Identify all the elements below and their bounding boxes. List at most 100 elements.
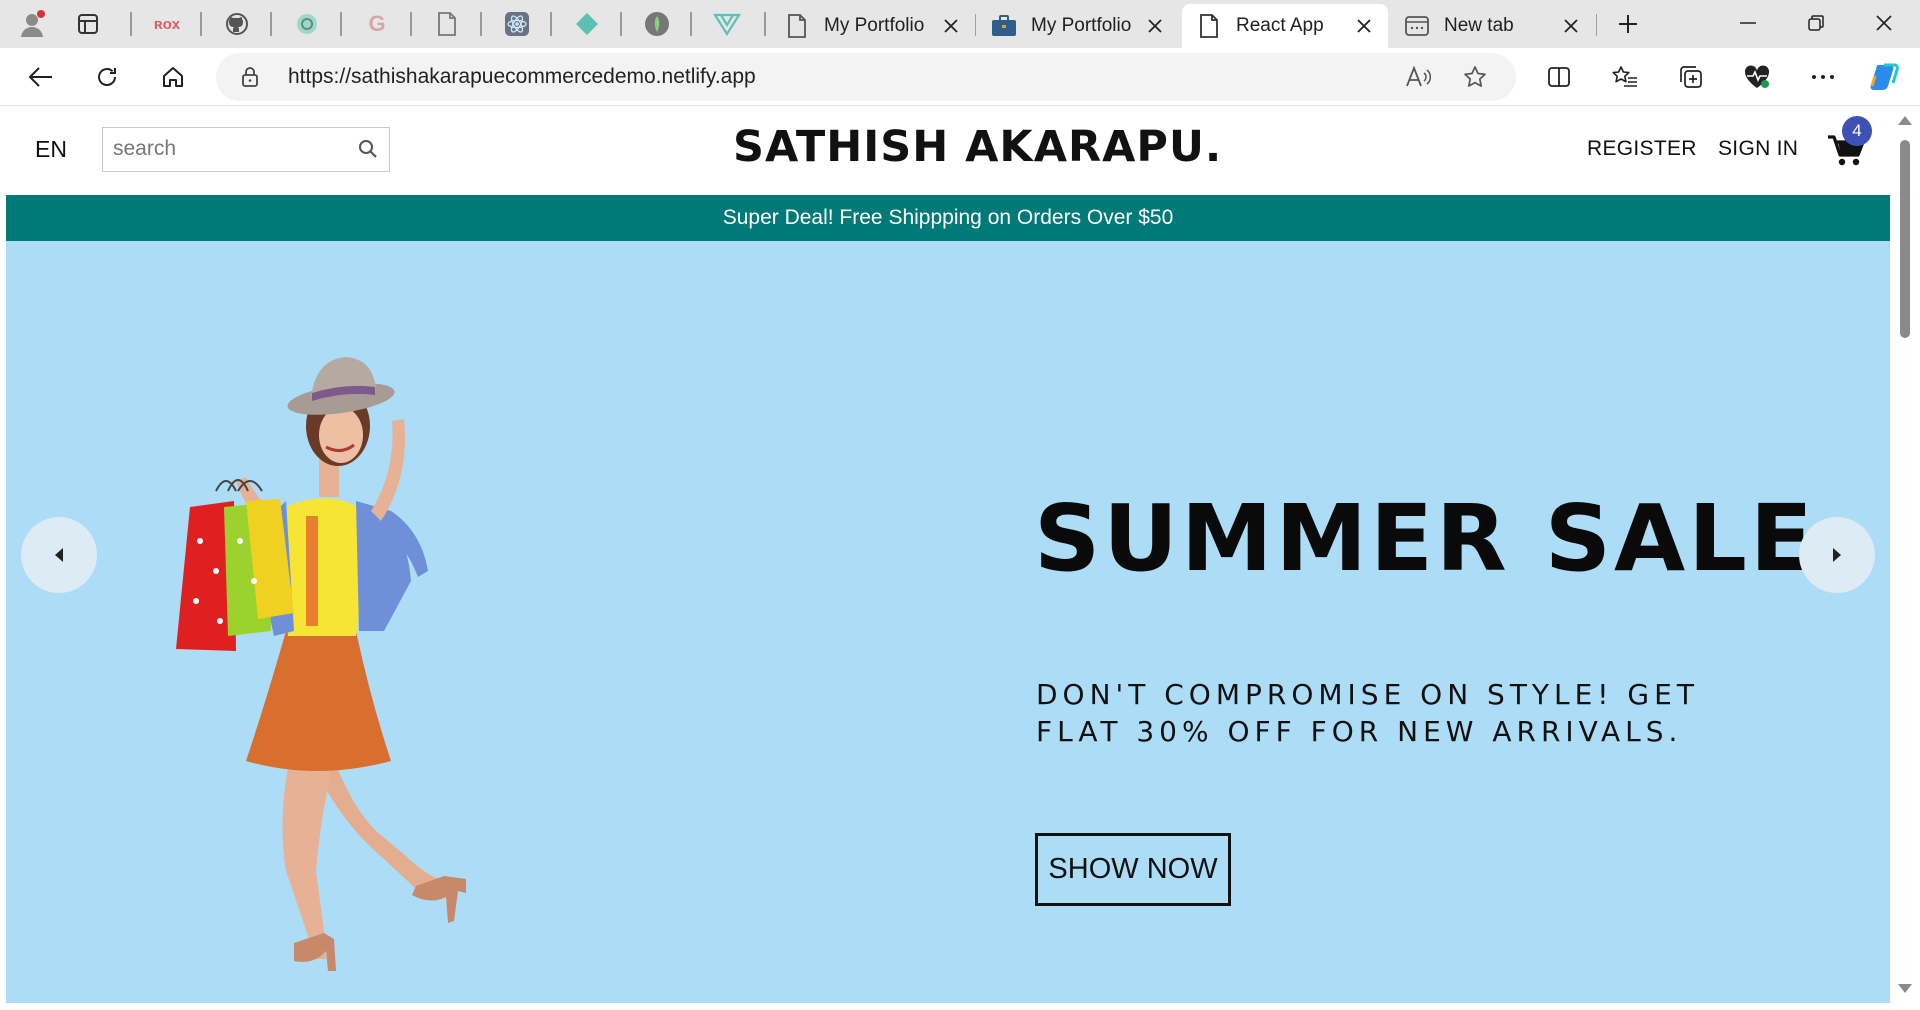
browser-essentials-button[interactable]	[1736, 56, 1778, 98]
close-tab-icon[interactable]	[937, 12, 965, 40]
more-dots-icon	[1812, 75, 1834, 79]
briefcase-icon	[991, 13, 1017, 39]
tab-new-tab[interactable]: New tab	[1390, 4, 1595, 48]
hero-title: SUMMER SALE	[1034, 485, 1816, 592]
page-icon	[1196, 13, 1222, 39]
pinned-tab-react[interactable]	[491, 5, 543, 43]
mongodb-icon	[645, 12, 669, 36]
pinned-tab-page[interactable]	[421, 5, 473, 43]
tab-title: New tab	[1444, 15, 1514, 36]
scroll-up-arrow-icon[interactable]	[1898, 116, 1912, 125]
minimize-button[interactable]	[1714, 0, 1782, 46]
github-icon	[226, 13, 248, 35]
pinned-tab-vercel[interactable]	[701, 5, 753, 43]
tom-icon: ʀᴏx	[153, 15, 181, 33]
google-icon: G	[368, 11, 386, 36]
collections-icon	[1680, 66, 1702, 88]
workspaces-icon[interactable]	[70, 6, 106, 42]
split-screen-icon	[1548, 67, 1570, 87]
page-icon	[438, 12, 456, 36]
page-viewport: EN SATHISH AKARAPU. REGISTER SIGN IN 4 S…	[6, 106, 1890, 1003]
chatgpt-icon	[297, 14, 317, 34]
tab-separator	[130, 12, 132, 36]
pinned-tab-tom[interactable]: ʀᴏx	[141, 5, 193, 43]
back-arrow-icon	[28, 67, 52, 87]
pinned-tab-github[interactable]	[211, 5, 263, 43]
slider-prev-button[interactable]	[21, 517, 97, 593]
caret-right-icon	[1833, 548, 1841, 562]
pinned-tab-chatgpt[interactable]	[281, 5, 333, 43]
tab-separator	[690, 12, 692, 36]
close-tab-icon[interactable]	[1350, 12, 1378, 40]
signin-link[interactable]: SIGN IN	[1718, 137, 1798, 161]
scroll-down-arrow-icon[interactable]	[1898, 984, 1912, 993]
favorites-button[interactable]	[1604, 56, 1646, 98]
language-selector[interactable]: EN	[35, 136, 67, 163]
slider-next-button[interactable]	[1799, 517, 1875, 593]
tab-my-portfolio-2[interactable]: My Portfolio	[977, 4, 1179, 48]
site-header: EN SATHISH AKARAPU. REGISTER SIGN IN 4	[6, 106, 1890, 195]
tab-title: React App	[1236, 15, 1324, 36]
refresh-button[interactable]	[86, 56, 128, 98]
react-icon	[505, 12, 529, 36]
caret-left-icon	[55, 548, 63, 562]
home-button[interactable]	[152, 56, 194, 98]
plus-icon	[1619, 15, 1637, 33]
restore-button[interactable]	[1782, 0, 1850, 46]
read-aloud-icon[interactable]	[1403, 62, 1433, 92]
tab-separator	[550, 12, 552, 36]
tab-separator	[480, 12, 482, 36]
page-scrollbar[interactable]	[1890, 106, 1920, 1003]
tab-title: My Portfolio	[1031, 15, 1132, 36]
back-button[interactable]	[20, 56, 62, 98]
tab-separator	[764, 12, 766, 36]
copilot-icon	[1870, 63, 1899, 90]
search-icon[interactable]	[357, 138, 379, 160]
home-icon	[163, 67, 183, 87]
announcement-bar: Super Deal! Free Shippping on Orders Ove…	[6, 195, 1890, 241]
url-text[interactable]: https://sathishakarapuecommercedemo.netl…	[288, 53, 756, 101]
tab-separator	[1596, 14, 1597, 36]
scrollbar-thumb[interactable]	[1900, 140, 1910, 338]
search-input[interactable]	[103, 128, 348, 170]
close-tab-icon[interactable]	[1141, 12, 1169, 40]
hero-slider: SUMMER SALE DON'T COMPROMISE ON STYLE! G…	[6, 241, 1890, 1003]
hero-description: DON'T COMPROMISE ON STYLE! GET FLAT 30% …	[1036, 678, 1699, 748]
favorite-star-icon[interactable]	[1460, 62, 1490, 92]
split-screen-button[interactable]	[1538, 56, 1580, 98]
profile-avatar-icon[interactable]	[14, 6, 50, 42]
newtab-icon	[1404, 13, 1430, 39]
register-link[interactable]: REGISTER	[1587, 137, 1697, 161]
browser-tab-strip: ʀᴏx G My Portfolio My Portfolio React Ap…	[0, 0, 1920, 48]
minimize-icon	[1740, 22, 1756, 24]
tab-title: My Portfolio	[824, 15, 925, 36]
close-window-button[interactable]	[1850, 0, 1918, 46]
favorites-list-icon	[1612, 66, 1637, 87]
search-container	[102, 127, 390, 172]
tab-separator	[200, 12, 202, 36]
close-icon	[1876, 15, 1892, 31]
diamond-icon	[576, 13, 598, 35]
collections-button[interactable]	[1670, 56, 1712, 98]
close-tab-icon[interactable]	[1557, 12, 1585, 40]
pinned-tab-mongodb[interactable]	[631, 5, 683, 43]
pinned-tab-google[interactable]: G	[351, 5, 403, 43]
tab-separator	[340, 12, 342, 36]
tab-separator	[975, 14, 976, 36]
new-tab-button[interactable]	[1610, 6, 1646, 42]
address-bar[interactable]: https://sathishakarapuecommercedemo.netl…	[216, 53, 1516, 101]
model-with-shopping-bags-image	[176, 357, 466, 971]
more-options-button[interactable]	[1802, 56, 1844, 98]
browser-toolbar: https://sathishakarapuecommercedemo.netl…	[0, 48, 1920, 106]
restore-icon	[1808, 15, 1824, 31]
lock-icon[interactable]	[238, 65, 262, 89]
pinned-tab-diamond[interactable]	[561, 5, 613, 43]
refresh-icon	[98, 68, 116, 86]
show-now-button[interactable]: SHOW NOW	[1035, 833, 1231, 906]
tab-my-portfolio-1[interactable]: My Portfolio	[770, 4, 975, 48]
tab-react-app[interactable]: React App	[1182, 4, 1388, 48]
site-logo[interactable]: SATHISH AKARAPU.	[733, 122, 1221, 172]
tab-separator	[270, 12, 272, 36]
copilot-button[interactable]	[1864, 56, 1906, 98]
vercel-icon	[713, 13, 741, 36]
